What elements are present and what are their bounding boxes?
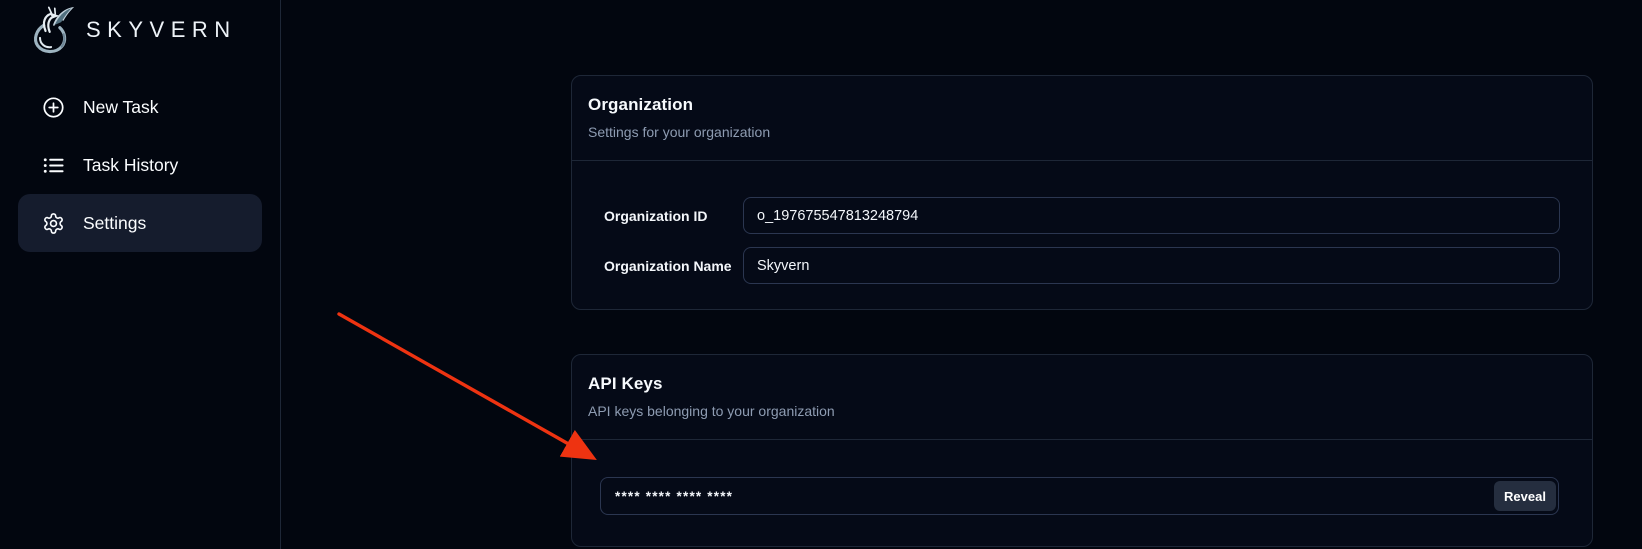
api-key-masked-input[interactable] bbox=[600, 477, 1559, 515]
settings-page: SKYVERN New Task bbox=[0, 0, 1642, 549]
organization-id-input[interactable] bbox=[743, 197, 1560, 234]
sidebar-item-label: Settings bbox=[83, 213, 146, 234]
circle-plus-icon bbox=[42, 96, 65, 119]
app-logo[interactable]: SKYVERN bbox=[0, 0, 280, 58]
gear-icon bbox=[42, 212, 65, 235]
api-keys-card-subtitle: API keys belonging to your organization bbox=[588, 403, 1576, 419]
organization-name-label: Organization Name bbox=[604, 258, 743, 274]
skyvern-dragon-logo-icon bbox=[28, 4, 76, 56]
organization-name-input[interactable] bbox=[743, 247, 1560, 284]
organization-card-header: Organization Settings for your organizat… bbox=[572, 76, 1592, 161]
api-key-field: Reveal bbox=[600, 477, 1559, 515]
organization-card-body: Organization ID Organization Name bbox=[572, 161, 1592, 309]
sidebar-item-new-task[interactable]: New Task bbox=[18, 78, 262, 136]
organization-name-row: Organization Name bbox=[604, 247, 1560, 284]
api-keys-card-title: API Keys bbox=[588, 374, 1576, 394]
organization-card-subtitle: Settings for your organization bbox=[588, 124, 1576, 140]
organization-card: Organization Settings for your organizat… bbox=[571, 75, 1593, 310]
annotation-arrow bbox=[339, 314, 588, 455]
api-keys-card-header: API Keys API keys belonging to your orga… bbox=[572, 355, 1592, 440]
list-icon bbox=[42, 154, 65, 177]
reveal-button[interactable]: Reveal bbox=[1494, 481, 1556, 511]
api-keys-card: API Keys API keys belonging to your orga… bbox=[571, 354, 1593, 547]
organization-id-label: Organization ID bbox=[604, 208, 743, 224]
organization-card-title: Organization bbox=[588, 95, 1576, 115]
sidebar: SKYVERN New Task bbox=[0, 0, 281, 549]
sidebar-item-label: New Task bbox=[83, 97, 159, 118]
sidebar-item-task-history[interactable]: Task History bbox=[18, 136, 262, 194]
sidebar-nav: New Task Task History bbox=[18, 78, 262, 252]
sidebar-item-settings[interactable]: Settings bbox=[18, 194, 262, 252]
organization-id-row: Organization ID bbox=[604, 197, 1560, 234]
app-logo-text: SKYVERN bbox=[86, 17, 237, 43]
main-content: Organization Settings for your organizat… bbox=[571, 75, 1593, 547]
sidebar-item-label: Task History bbox=[83, 155, 178, 176]
api-keys-card-body: Reveal bbox=[572, 440, 1592, 546]
